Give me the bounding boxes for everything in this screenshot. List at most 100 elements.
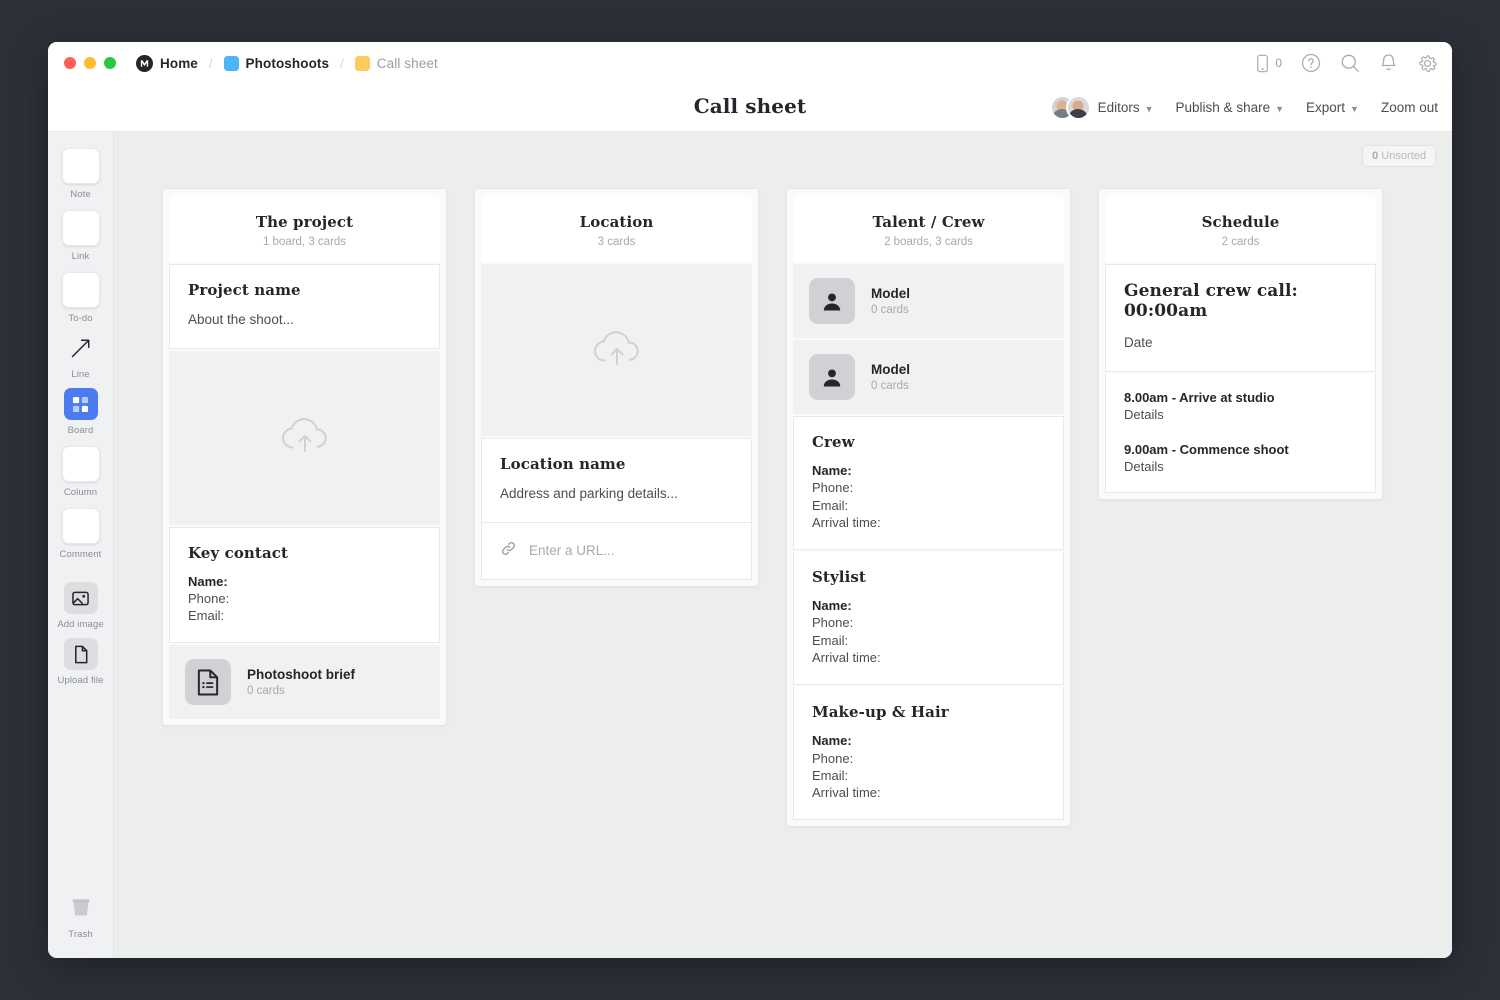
zoom-out-button[interactable]: Zoom out xyxy=(1381,100,1438,115)
breadcrumb-item-call-sheet[interactable]: Call sheet xyxy=(353,54,440,73)
board-item-model-1[interactable]: Model 0 cards xyxy=(793,264,1064,338)
contact-card-makeup-hair[interactable]: Make-up & Hair Name: Phone: Email: Arriv… xyxy=(793,687,1064,820)
contact-card-crew[interactable]: Crew Name: Phone: Email: Arrival time: xyxy=(793,416,1064,550)
export-menu[interactable]: Export ▼ xyxy=(1306,100,1359,115)
sidebar-tool-board[interactable]: Board xyxy=(53,384,109,436)
board-item-cards: 0 cards xyxy=(871,304,910,316)
publish-share-menu[interactable]: Publish & share ▼ xyxy=(1176,100,1284,115)
schedule-entry-details: Details xyxy=(1124,407,1357,422)
schedule-entry-title: 9.00am - Commence shoot xyxy=(1124,442,1357,457)
help-icon[interactable] xyxy=(1301,53,1321,73)
app-body: Note Link To-do Line xyxy=(48,132,1452,958)
unsorted-badge[interactable]: 0 Unsorted xyxy=(1362,145,1436,167)
board-item-text: Photoshoot brief 0 cards xyxy=(247,667,355,697)
board-item-name: Photoshoot brief xyxy=(247,667,355,682)
sidebar-tool-label: To-do xyxy=(68,313,92,324)
field-email: Email: xyxy=(812,767,1045,784)
contact-heading: Make-up & Hair xyxy=(812,703,1045,721)
column-subtitle: 3 cards xyxy=(491,236,742,248)
note-card-general-crew-call[interactable]: General crew call: 00:00am Date xyxy=(1105,264,1376,372)
sidebar-tool-line[interactable]: Line xyxy=(53,328,109,380)
board-item-name: Model xyxy=(871,286,910,301)
breadcrumb-item-home[interactable]: Home xyxy=(134,53,200,74)
sidebar-tool-note[interactable]: Note xyxy=(53,142,109,200)
sidebar-tool-link[interactable]: Link xyxy=(53,204,109,262)
image-dropzone[interactable] xyxy=(481,264,752,436)
schedule-entry-details: Details xyxy=(1124,459,1357,474)
zoom-window-button[interactable] xyxy=(104,57,116,69)
sidebar-tool-todo[interactable]: To-do xyxy=(53,266,109,324)
field-phone: Phone: xyxy=(188,590,421,607)
schedule-entry: 8.00am - Arrive at studio Details xyxy=(1124,390,1357,422)
sidebar-tool-comment[interactable]: Comment xyxy=(53,502,109,560)
url-input-placeholder[interactable]: Enter a URL... xyxy=(529,543,615,558)
column-header: The project 1 board, 3 cards xyxy=(169,195,440,262)
file-icon xyxy=(64,638,98,670)
column-header: Location 3 cards xyxy=(481,195,752,262)
settings-gear-icon[interactable] xyxy=(1417,53,1438,74)
board-canvas[interactable]: 0 Unsorted The project 1 board, 3 cards … xyxy=(114,132,1452,958)
field-arrival-time: Arrival time: xyxy=(812,514,1045,531)
column-the-project[interactable]: The project 1 board, 3 cards Project nam… xyxy=(162,188,447,726)
breadcrumb-separator-2: / xyxy=(340,56,344,71)
search-icon[interactable] xyxy=(1340,53,1360,73)
contact-heading: Key contact xyxy=(188,544,421,562)
board-item-name: Model xyxy=(871,362,910,377)
sidebar-tool-label: Note xyxy=(70,189,90,200)
close-window-button[interactable] xyxy=(64,57,76,69)
field-email: Email: xyxy=(812,497,1045,514)
column-subtitle: 2 cards xyxy=(1115,236,1366,248)
schedule-card[interactable]: 8.00am - Arrive at studio Details 9.00am… xyxy=(1105,374,1376,493)
board-swatch-icon-call-sheet xyxy=(355,56,370,71)
breadcrumb-label-photoshoots: Photoshoots xyxy=(246,56,330,71)
trash-icon xyxy=(64,892,98,924)
field-name: Name: xyxy=(188,573,421,590)
contact-card-key-contact[interactable]: Key contact Name: Phone: Email: xyxy=(169,527,440,644)
column-header: Talent / Crew 2 boards, 3 cards xyxy=(793,195,1064,262)
column-title: Schedule xyxy=(1115,213,1366,231)
contact-heading: Stylist xyxy=(812,568,1045,586)
column-location[interactable]: Location 3 cards Location name Address a… xyxy=(474,188,759,587)
field-email: Email: xyxy=(188,607,421,624)
upload-cloud-icon xyxy=(589,326,645,375)
titlebar: Home / Photoshoots / Call sheet 0 xyxy=(48,42,1452,84)
sidebar-tool-label: Add image xyxy=(57,619,103,630)
mobile-count: 0 xyxy=(1275,56,1282,70)
url-card[interactable]: Enter a URL... xyxy=(481,523,752,580)
column-schedule[interactable]: Schedule 2 cards General crew call: 00:0… xyxy=(1098,188,1383,500)
sidebar-tool-column[interactable]: Column xyxy=(53,440,109,498)
person-board-icon xyxy=(809,278,855,324)
app-window: Home / Photoshoots / Call sheet 0 xyxy=(48,42,1452,958)
minimize-window-button[interactable] xyxy=(84,57,96,69)
breadcrumb-item-photoshoots[interactable]: Photoshoots xyxy=(222,54,332,73)
note-card-location-name[interactable]: Location name Address and parking detail… xyxy=(481,438,752,523)
note-card-project-name[interactable]: Project name About the shoot... xyxy=(169,264,440,349)
sidebar-tool-add-image[interactable]: Add image xyxy=(53,578,109,630)
person-board-icon xyxy=(809,354,855,400)
sidebar-tool-upload-file[interactable]: Upload file xyxy=(53,634,109,686)
field-name: Name: xyxy=(812,597,1045,614)
column-talent-crew[interactable]: Talent / Crew 2 boards, 3 cards Model 0 … xyxy=(786,188,1071,827)
sidebar-trash[interactable]: Trash xyxy=(53,888,109,940)
notifications-icon[interactable] xyxy=(1379,53,1398,73)
line-arrow-icon xyxy=(64,332,98,364)
note-icon xyxy=(62,148,100,184)
note-body: Date xyxy=(1124,333,1357,353)
mobile-icon[interactable]: 0 xyxy=(1255,54,1282,73)
editors-menu[interactable]: Editors ▼ xyxy=(1050,95,1154,120)
avatar-group xyxy=(1050,95,1091,120)
note-body: Address and parking details... xyxy=(500,484,733,504)
field-phone: Phone: xyxy=(812,614,1045,631)
image-dropzone[interactable] xyxy=(169,351,440,525)
column-subtitle: 1 board, 3 cards xyxy=(179,236,430,248)
column-icon xyxy=(62,446,100,482)
note-heading: Project name xyxy=(188,281,421,299)
zoom-out-label: Zoom out xyxy=(1381,100,1438,115)
sidebar-tool-label: Link xyxy=(72,251,90,262)
tool-sidebar: Note Link To-do Line xyxy=(48,132,114,958)
export-label: Export xyxy=(1306,100,1345,115)
board-item-photoshoot-brief[interactable]: Photoshoot brief 0 cards xyxy=(169,645,440,719)
contact-card-stylist[interactable]: Stylist Name: Phone: Email: Arrival time… xyxy=(793,552,1064,685)
board-item-text: Model 0 cards xyxy=(871,362,910,392)
board-item-model-2[interactable]: Model 0 cards xyxy=(793,340,1064,414)
